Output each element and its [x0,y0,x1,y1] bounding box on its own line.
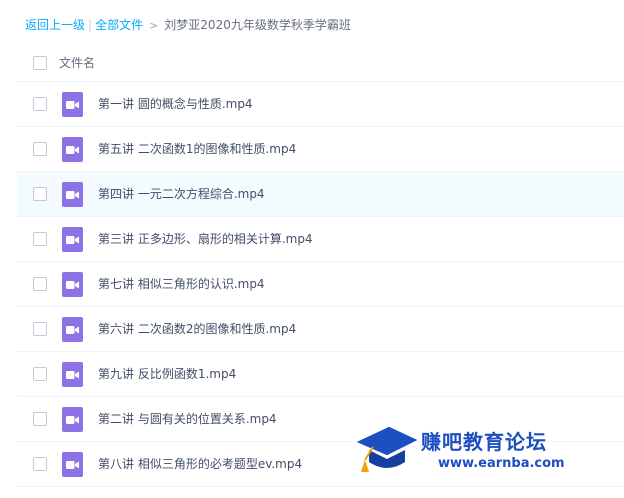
row-checkbox[interactable] [33,142,47,156]
video-file-icon [62,227,83,252]
watermark-url: www.earnba.com [438,456,565,471]
breadcrumb: 返回上一级 | 全部文件 > 刘梦亚2020九年级数学秋季学霸班 [25,16,351,34]
row-checkbox[interactable] [33,457,47,471]
row-checkbox[interactable] [33,367,47,381]
file-name[interactable]: 第五讲 二次函数1的图像和性质.mp4 [98,140,296,158]
table-row[interactable]: 第五讲 二次函数1的图像和性质.mp4 [17,127,624,172]
video-file-icon [62,362,83,387]
video-file-icon [62,272,83,297]
file-name[interactable]: 第三讲 正多边形、扇形的相关计算.mp4 [98,230,313,248]
video-file-icon [62,182,83,207]
watermark-title: 赚吧教育论坛 [421,430,547,454]
file-list-header: 文件名 [17,45,624,82]
table-row[interactable]: 第四讲 一元二次方程综合.mp4 [17,172,624,217]
row-checkbox[interactable] [33,277,47,291]
video-file-icon [62,137,83,162]
row-checkbox[interactable] [33,322,47,336]
select-all-checkbox[interactable] [33,56,47,70]
back-link[interactable]: 返回上一级 [25,18,85,32]
table-row[interactable]: 第三讲 正多边形、扇形的相关计算.mp4 [17,217,624,262]
graduation-cap-icon [353,425,421,472]
video-file-icon [62,407,83,432]
row-checkbox[interactable] [33,187,47,201]
row-checkbox[interactable] [33,232,47,246]
file-name[interactable]: 第二讲 与圆有关的位置关系.mp4 [98,410,277,428]
file-name[interactable]: 第八讲 相似三角形的必考题型ev.mp4 [98,455,302,473]
table-row[interactable]: 第七讲 相似三角形的认识.mp4 [17,262,624,307]
watermark: 赚吧教育论坛 www.earnba.com [353,418,613,480]
file-name[interactable]: 第一讲 圆的概念与性质.mp4 [98,95,253,113]
all-files-link[interactable]: 全部文件 [95,18,143,32]
table-row[interactable]: 第九讲 反比例函数1.mp4 [17,352,624,397]
video-file-icon [62,92,83,117]
file-name[interactable]: 第七讲 相似三角形的认识.mp4 [98,275,265,293]
video-file-icon [62,452,83,477]
table-row[interactable]: 第一讲 圆的概念与性质.mp4 [17,82,624,127]
file-name[interactable]: 第九讲 反比例函数1.mp4 [98,365,236,383]
column-header-filename: 文件名 [59,56,96,70]
table-row[interactable]: 第六讲 二次函数2的图像和性质.mp4 [17,307,624,352]
row-checkbox[interactable] [33,412,47,426]
row-checkbox[interactable] [33,97,47,111]
chevron-right-icon: > [149,19,159,32]
breadcrumb-separator: | [88,18,93,32]
video-file-icon [62,317,83,342]
file-name[interactable]: 第四讲 一元二次方程综合.mp4 [98,185,265,203]
current-folder-label: 刘梦亚2020九年级数学秋季学霸班 [164,18,351,32]
file-name[interactable]: 第六讲 二次函数2的图像和性质.mp4 [98,320,296,338]
